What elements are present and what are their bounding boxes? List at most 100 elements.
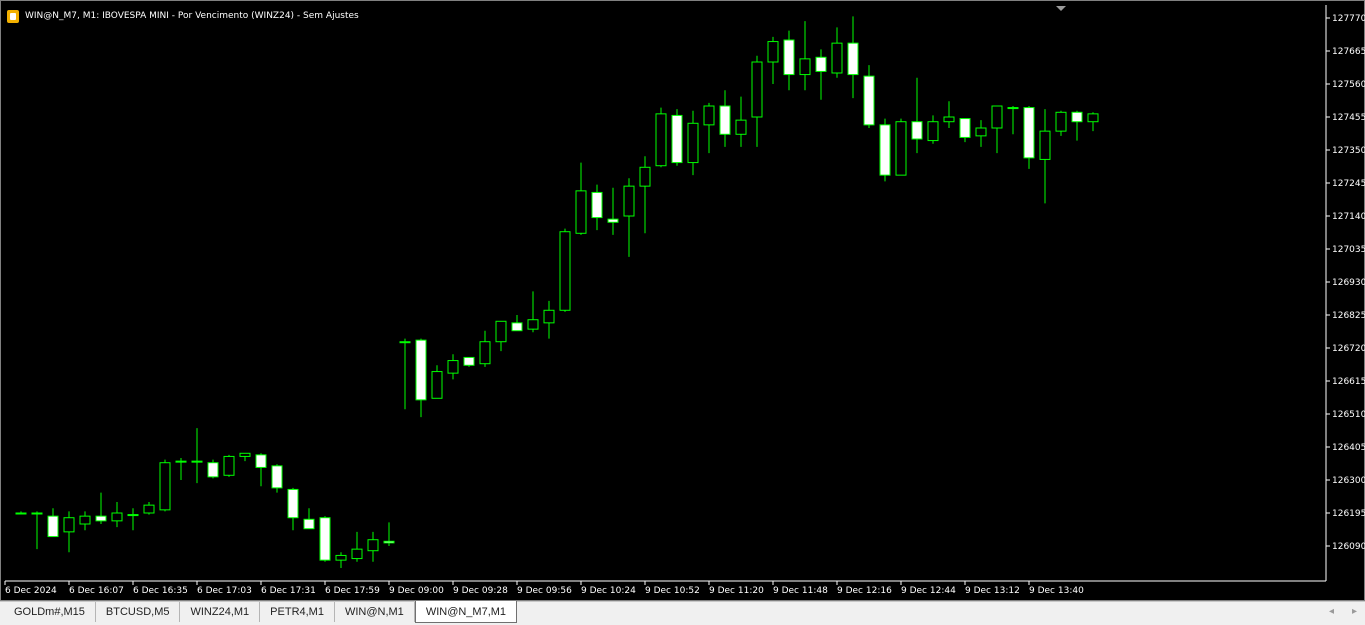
candle-body[interactable] <box>415 339 427 401</box>
candle-body[interactable] <box>303 518 315 530</box>
candle-body[interactable] <box>815 56 827 72</box>
candle-body[interactable] <box>319 517 331 561</box>
candle-body[interactable] <box>255 454 267 468</box>
chevron-right-icon[interactable]: ▸ <box>1352 606 1357 617</box>
price-tick-label: 127245 <box>1332 179 1365 189</box>
chevron-left-icon[interactable]: ◂ <box>1329 606 1334 617</box>
time-tick-label: 9 Dec 12:16 <box>837 586 892 596</box>
candle-body[interactable] <box>511 322 523 332</box>
candle-body[interactable] <box>367 539 379 552</box>
candle-body[interactable] <box>31 512 43 515</box>
candle-body[interactable] <box>223 455 235 476</box>
candle-body[interactable] <box>879 124 891 176</box>
candle-body[interactable] <box>351 548 363 560</box>
candle-body[interactable] <box>639 166 651 187</box>
candle-body[interactable] <box>703 105 715 126</box>
chart-tabs-bar: GOLDm#,M15 BTCUSD,M5 WINZ24,M1 PETR4,M1 … <box>0 601 1365 625</box>
candle-body[interactable] <box>687 122 699 164</box>
candle-body[interactable] <box>1055 111 1067 132</box>
candle-body[interactable] <box>1023 107 1035 159</box>
candle-body[interactable] <box>143 504 155 514</box>
tab-win-n-m1[interactable]: WIN@N,M1 <box>335 602 415 622</box>
candle-body[interactable] <box>15 512 27 515</box>
candle-body[interactable] <box>783 39 795 76</box>
shift-marker-icon[interactable] <box>1056 6 1066 11</box>
price-tick-label: 126825 <box>1332 311 1365 321</box>
time-tick-label: 9 Dec 11:20 <box>709 586 764 596</box>
candle-body[interactable] <box>527 319 539 330</box>
candle-body[interactable] <box>719 105 731 135</box>
candle-body[interactable] <box>383 540 395 544</box>
candle-body[interactable] <box>671 114 683 164</box>
candle-body[interactable] <box>63 517 75 533</box>
candle-body[interactable] <box>271 465 283 489</box>
price-axis: 127770 127665 127560 127455 127350 127245 1271… <box>1326 14 1365 552</box>
tab-winz24-m1[interactable]: WINZ24,M1 <box>180 602 261 622</box>
candle-body[interactable] <box>559 231 571 311</box>
candle-body[interactable] <box>463 356 475 366</box>
candle-body[interactable] <box>895 121 907 176</box>
candle-body[interactable] <box>591 191 603 219</box>
candle-body[interactable] <box>175 460 187 463</box>
time-tick-label: 6 Dec 17:59 <box>325 586 380 596</box>
candle-body[interactable] <box>655 113 667 167</box>
candle-body[interactable] <box>79 515 91 525</box>
candle-body[interactable] <box>751 61 763 118</box>
candle-body[interactable] <box>1087 113 1099 123</box>
candle-body[interactable] <box>575 190 587 234</box>
tab-label: WIN@N_M7,M1 <box>425 605 507 618</box>
candle-body[interactable] <box>95 515 107 522</box>
candle-body[interactable] <box>607 218 619 223</box>
candle-body[interactable] <box>431 371 443 399</box>
candle-body[interactable] <box>479 341 491 365</box>
chart-window[interactable]: 127770 127665 127560 127455 127350 127245 1271… <box>0 0 1365 601</box>
price-tick-label: 127770 <box>1332 14 1365 24</box>
candle-body[interactable] <box>287 488 299 519</box>
candle-body[interactable] <box>863 75 875 126</box>
price-tick-label: 127350 <box>1332 146 1365 156</box>
tab-goldm-m15[interactable]: GOLDm#,M15 <box>4 602 96 622</box>
candle-body[interactable] <box>831 42 843 74</box>
candle-body[interactable] <box>991 105 1003 129</box>
chart-title-bar: WIN@N_M7, M1: IBOVESPA MINI - Por Vencim… <box>7 7 359 25</box>
candle-body[interactable] <box>847 42 859 76</box>
price-tick-label: 127035 <box>1332 245 1365 255</box>
tab-label: WINZ24,M1 <box>190 606 250 618</box>
tab-petr4-m1[interactable]: PETR4,M1 <box>260 602 335 622</box>
candle-body[interactable] <box>927 121 939 142</box>
candle-body[interactable] <box>975 127 987 137</box>
candle-body[interactable] <box>495 320 507 343</box>
candle-body[interactable] <box>47 515 59 538</box>
candle-body[interactable] <box>623 185 635 217</box>
candle-body[interactable] <box>735 119 747 135</box>
candle-body[interactable] <box>447 360 459 374</box>
time-tick-label: 9 Dec 12:44 <box>901 586 956 596</box>
tab-btcusd-m5[interactable]: BTCUSD,M5 <box>96 602 181 622</box>
time-tick-label: 9 Dec 10:52 <box>645 586 700 596</box>
time-tick-label: 9 Dec 09:00 <box>389 586 444 596</box>
candle-body[interactable] <box>1071 111 1083 123</box>
tab-win-n-m7-m1[interactable]: WIN@N_M7,M1 <box>414 601 518 623</box>
candle-body[interactable] <box>767 41 779 63</box>
candle-body[interactable] <box>159 462 171 511</box>
candle-body[interactable] <box>335 554 347 561</box>
candle-body[interactable] <box>1007 107 1019 110</box>
time-tick-label: 6 Dec 16:07 <box>69 586 124 596</box>
tab-label: BTCUSD,M5 <box>105 606 170 618</box>
candle-body[interactable] <box>399 341 411 344</box>
candle-body[interactable] <box>543 309 555 324</box>
candle-body[interactable] <box>911 121 923 140</box>
price-tick-label: 127455 <box>1332 113 1365 123</box>
candlestick-chart[interactable]: 127770 127665 127560 127455 127350 127245 1271… <box>1 1 1365 602</box>
candle-body[interactable] <box>127 514 139 517</box>
time-tick-label: 9 Dec 09:56 <box>517 586 572 596</box>
candle-body[interactable] <box>943 116 955 123</box>
candle-body[interactable] <box>191 460 203 463</box>
candle-body[interactable] <box>111 512 123 522</box>
price-tick-label: 126510 <box>1332 410 1365 420</box>
candle-body[interactable] <box>959 118 971 138</box>
candle-body[interactable] <box>207 462 219 478</box>
candle-body[interactable] <box>1039 130 1051 160</box>
candle-body[interactable] <box>799 58 811 76</box>
candle-body[interactable] <box>239 452 251 457</box>
